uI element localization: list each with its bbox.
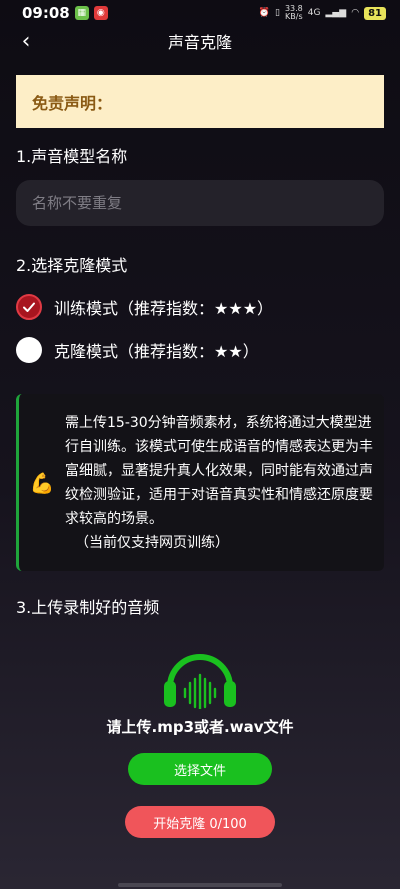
net-speed: 33.8 KB/s	[284, 4, 303, 21]
radio-checked[interactable]	[16, 294, 42, 320]
vibrate-icon: ▯	[274, 8, 280, 18]
battery-indicator: 81	[364, 6, 386, 20]
nav-bar: ‹ 声音克隆	[0, 26, 400, 56]
status-bar: 09:08 ▦ ◉ ⏰ ▯ 33.8 KB/s 4G ▂▄▆ ◠ 81	[0, 0, 400, 26]
page-title: 声音克隆	[167, 33, 232, 52]
disclaimer-label: 免责声明：	[32, 93, 113, 113]
alarm-icon: ⏰	[258, 8, 270, 18]
checkmark-icon	[23, 302, 35, 312]
section-title-model-name: 1.声音模型名称	[16, 147, 128, 166]
mode-option-label: 克隆模式（推荐指数：★★）	[54, 342, 259, 361]
mode-description-body: 需上传15-30分钟音频素材，系统将通过大模型进行自训练。该模式可使生成语音的情…	[65, 414, 373, 527]
disclaimer-banner[interactable]: 免责声明：	[16, 75, 384, 128]
select-file-button[interactable]: 选择文件	[128, 753, 272, 785]
chevron-left-icon: ‹	[21, 28, 31, 54]
section-title-clone-mode: 2.选择克隆模式	[16, 256, 128, 275]
app-notification-icon: ▦	[74, 6, 89, 20]
signal-label: 4G	[307, 8, 321, 18]
mode-option-label: 训练模式（推荐指数：★★★）	[54, 299, 274, 318]
mode-description-note: （当前仅支持网页训练）	[75, 534, 229, 551]
mode-description-text: 需上传15-30分钟音频素材，系统将通过大模型进行自训练。该模式可使生成语音的情…	[65, 411, 375, 555]
wifi-icon: ◠	[351, 8, 360, 18]
flexed-bicep-icon: 💪	[29, 470, 55, 495]
radio-unchecked[interactable]	[16, 337, 42, 363]
mode-option-clone[interactable]: 克隆模式（推荐指数：★★）	[16, 337, 259, 363]
signal-icon: ▂▄▆	[325, 8, 347, 18]
model-name-input[interactable]	[16, 180, 384, 226]
back-button[interactable]: ‹	[14, 26, 38, 56]
status-time: 09:08	[22, 4, 70, 22]
netease-music-icon: ◉	[93, 6, 108, 20]
home-indicator[interactable]	[118, 883, 282, 887]
headphones-audio-icon	[164, 654, 236, 709]
section-title-upload: 3.上传录制好的音频	[16, 598, 160, 617]
upload-hint: 请上传.mp3或者.wav文件	[106, 718, 294, 736]
mode-description-card: 💪 需上传15-30分钟音频素材，系统将通过大模型进行自训练。该模式可使生成语音…	[16, 394, 384, 571]
status-indicators: ⏰ ▯ 33.8 KB/s 4G ▂▄▆ ◠ 81	[259, 5, 386, 21]
start-clone-button[interactable]: 开始克隆 0/100	[125, 806, 275, 838]
mode-option-training[interactable]: 训练模式（推荐指数：★★★）	[16, 294, 273, 320]
